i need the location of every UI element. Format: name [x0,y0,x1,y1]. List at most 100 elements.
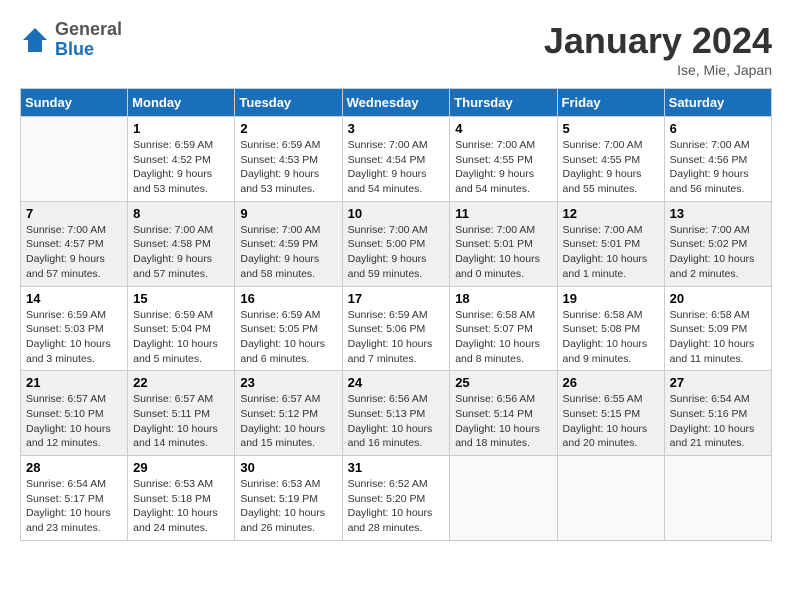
calendar-cell: 10 Sunrise: 7:00 AMSunset: 5:00 PMDayligh… [342,201,450,286]
day-info: Sunrise: 6:52 AMSunset: 5:20 PMDaylight:… [348,477,445,536]
calendar-cell: 22Sunrise: 6:57 AMSunset: 5:11 PMDayligh… [128,371,235,456]
day-info: Sunrise: 6:58 AMSunset: 5:09 PMDaylight:… [670,308,766,367]
calendar-cell: 3 Sunrise: 7:00 AMSunset: 4:54 PMDaylight… [342,117,450,202]
calendar-cell: 7 Sunrise: 7:00 AMSunset: 4:57 PMDaylight… [21,201,128,286]
day-info: Sunrise: 6:56 AMSunset: 5:14 PMDaylight:… [455,392,551,451]
logo-blue: Blue [55,40,122,60]
calendar-cell: 30 Sunrise: 6:53 AMSunset: 5:19 PMDayligh… [235,456,342,541]
calendar-cell: 31 Sunrise: 6:52 AMSunset: 5:20 PMDayligh… [342,456,450,541]
day-number: 10 [348,206,445,221]
day-info: Sunrise: 7:00 AMSunset: 4:56 PMDaylight:… [670,138,766,197]
day-info: Sunrise: 6:59 AMSunset: 4:53 PMDaylight:… [240,138,336,197]
logo-text: General Blue [55,20,122,60]
day-number: 6 [670,121,766,136]
day-number: 25 [455,375,551,390]
calendar-header-saturday: Saturday [664,89,771,117]
calendar-header-friday: Friday [557,89,664,117]
calendar-week-row: 28 Sunrise: 6:54 AMSunset: 5:17 PMDayligh… [21,456,772,541]
day-info: Sunrise: 6:59 AMSunset: 5:06 PMDaylight:… [348,308,445,367]
calendar-week-row: 21Sunrise: 6:57 AMSunset: 5:10 PMDayligh… [21,371,772,456]
calendar-header-monday: Monday [128,89,235,117]
day-number: 15 [133,291,229,306]
day-number: 14 [26,291,122,306]
calendar-cell: 23Sunrise: 6:57 AMSunset: 5:12 PMDayligh… [235,371,342,456]
calendar-cell: 13Sunrise: 7:00 AMSunset: 5:02 PMDayligh… [664,201,771,286]
day-number: 5 [563,121,659,136]
day-number: 3 [348,121,445,136]
day-info: Sunrise: 6:57 AMSunset: 5:10 PMDaylight:… [26,392,122,451]
day-info: Sunrise: 7:00 AMSunset: 5:02 PMDaylight:… [670,223,766,282]
calendar-header-sunday: Sunday [21,89,128,117]
calendar-cell [557,456,664,541]
day-number: 2 [240,121,336,136]
day-info: Sunrise: 6:59 AMSunset: 5:03 PMDaylight:… [26,308,122,367]
calendar-cell: 17 Sunrise: 6:59 AMSunset: 5:06 PMDayligh… [342,286,450,371]
day-info: Sunrise: 6:59 AMSunset: 5:05 PMDaylight:… [240,308,336,367]
day-info: Sunrise: 6:53 AMSunset: 5:18 PMDaylight:… [133,477,229,536]
logo-icon [20,25,50,55]
day-info: Sunrise: 6:59 AMSunset: 5:04 PMDaylight:… [133,308,229,367]
calendar-cell: 1 Sunrise: 6:59 AMSunset: 4:52 PMDaylight… [128,117,235,202]
day-number: 18 [455,291,551,306]
day-info: Sunrise: 7:00 AMSunset: 5:01 PMDaylight:… [455,223,551,282]
day-info: Sunrise: 7:00 AMSunset: 4:55 PMDaylight:… [563,138,659,197]
calendar-table: SundayMondayTuesdayWednesdayThursdayFrid… [20,88,772,541]
calendar-cell: 16 Sunrise: 6:59 AMSunset: 5:05 PMDayligh… [235,286,342,371]
title-block: January 2024 Ise, Mie, Japan [544,20,772,78]
day-number: 27 [670,375,766,390]
day-number: 31 [348,460,445,475]
day-number: 7 [26,206,122,221]
month-title: January 2024 [544,20,772,62]
calendar-cell: 28 Sunrise: 6:54 AMSunset: 5:17 PMDayligh… [21,456,128,541]
day-info: Sunrise: 6:58 AMSunset: 5:07 PMDaylight:… [455,308,551,367]
day-info: Sunrise: 6:57 AMSunset: 5:12 PMDaylight:… [240,392,336,451]
calendar-cell: 27 Sunrise: 6:54 AMSunset: 5:16 PMDayligh… [664,371,771,456]
calendar-cell: 11 Sunrise: 7:00 AMSunset: 5:01 PMDayligh… [450,201,557,286]
calendar-cell: 15 Sunrise: 6:59 AMSunset: 5:04 PMDayligh… [128,286,235,371]
day-number: 20 [670,291,766,306]
day-info: Sunrise: 7:00 AMSunset: 4:54 PMDaylight:… [348,138,445,197]
day-info: Sunrise: 6:54 AMSunset: 5:17 PMDaylight:… [26,477,122,536]
calendar-cell: 21Sunrise: 6:57 AMSunset: 5:10 PMDayligh… [21,371,128,456]
calendar-cell: 4 Sunrise: 7:00 AMSunset: 4:55 PMDaylight… [450,117,557,202]
calendar-cell [450,456,557,541]
day-info: Sunrise: 7:00 AMSunset: 4:58 PMDaylight:… [133,223,229,282]
calendar-header-tuesday: Tuesday [235,89,342,117]
day-info: Sunrise: 7:00 AMSunset: 5:00 PMDaylight:… [348,223,445,282]
calendar-cell: 25 Sunrise: 6:56 AMSunset: 5:14 PMDayligh… [450,371,557,456]
calendar-cell: 12Sunrise: 7:00 AMSunset: 5:01 PMDayligh… [557,201,664,286]
calendar-cell: 24Sunrise: 6:56 AMSunset: 5:13 PMDayligh… [342,371,450,456]
calendar-header-thursday: Thursday [450,89,557,117]
calendar-cell: 9Sunrise: 7:00 AMSunset: 4:59 PMDaylight… [235,201,342,286]
calendar-header-wednesday: Wednesday [342,89,450,117]
day-number: 17 [348,291,445,306]
calendar-week-row: 7 Sunrise: 7:00 AMSunset: 4:57 PMDaylight… [21,201,772,286]
location: Ise, Mie, Japan [544,62,772,78]
logo: General Blue [20,20,122,60]
calendar-cell: 6 Sunrise: 7:00 AMSunset: 4:56 PMDaylight… [664,117,771,202]
day-number: 28 [26,460,122,475]
day-info: Sunrise: 6:53 AMSunset: 5:19 PMDaylight:… [240,477,336,536]
calendar-week-row: 14 Sunrise: 6:59 AMSunset: 5:03 PMDayligh… [21,286,772,371]
day-number: 26 [563,375,659,390]
calendar-cell [21,117,128,202]
day-number: 24 [348,375,445,390]
day-info: Sunrise: 6:58 AMSunset: 5:08 PMDaylight:… [563,308,659,367]
day-info: Sunrise: 6:54 AMSunset: 5:16 PMDaylight:… [670,392,766,451]
day-number: 1 [133,121,229,136]
day-number: 4 [455,121,551,136]
day-info: Sunrise: 7:00 AMSunset: 4:57 PMDaylight:… [26,223,122,282]
day-info: Sunrise: 6:59 AMSunset: 4:52 PMDaylight:… [133,138,229,197]
calendar-header-row: SundayMondayTuesdayWednesdayThursdayFrid… [21,89,772,117]
day-number: 11 [455,206,551,221]
calendar-week-row: 1 Sunrise: 6:59 AMSunset: 4:52 PMDaylight… [21,117,772,202]
day-info: Sunrise: 6:57 AMSunset: 5:11 PMDaylight:… [133,392,229,451]
calendar-cell [664,456,771,541]
day-number: 12 [563,206,659,221]
day-number: 30 [240,460,336,475]
day-number: 16 [240,291,336,306]
day-info: Sunrise: 7:00 AMSunset: 4:55 PMDaylight:… [455,138,551,197]
day-number: 29 [133,460,229,475]
calendar-cell: 29 Sunrise: 6:53 AMSunset: 5:18 PMDayligh… [128,456,235,541]
calendar-cell: 5 Sunrise: 7:00 AMSunset: 4:55 PMDaylight… [557,117,664,202]
